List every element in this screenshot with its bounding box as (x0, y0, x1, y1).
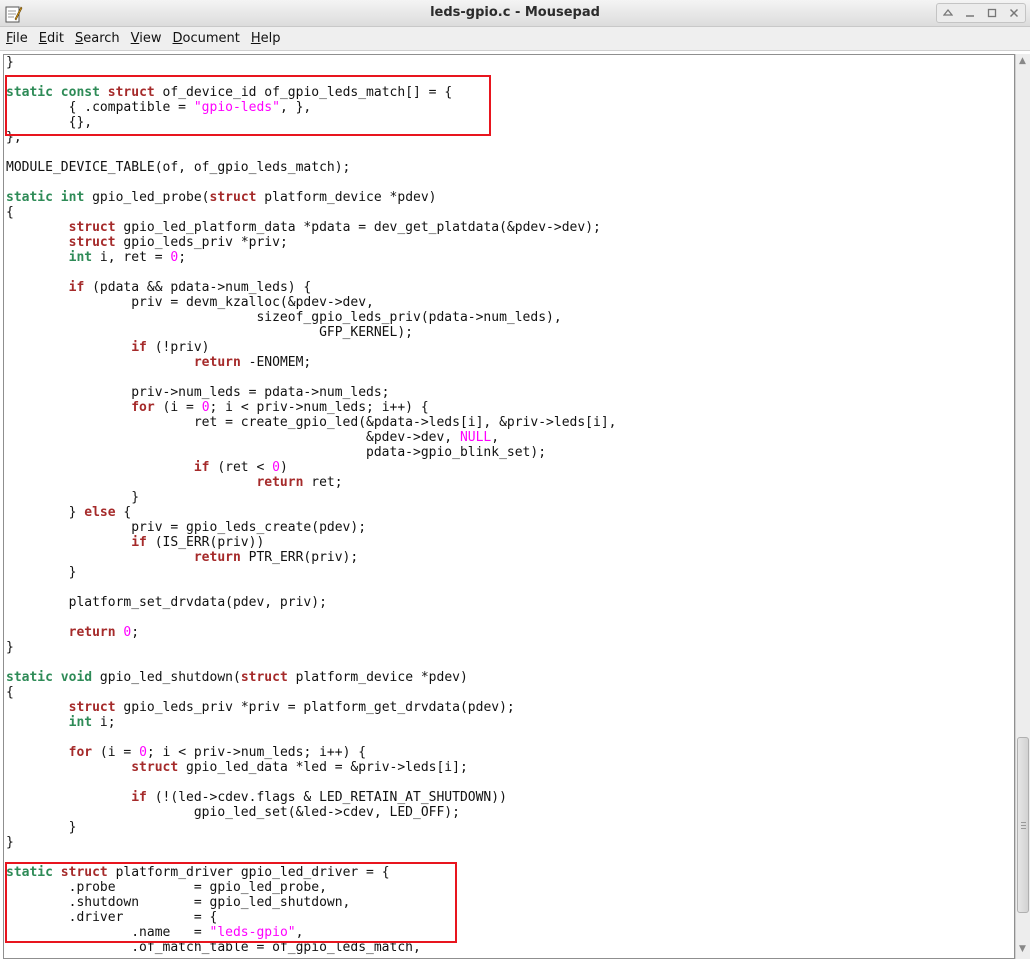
code-line: } (6, 565, 77, 580)
menu-file[interactable]: File (0, 31, 33, 46)
code-view[interactable]: } static const struct of_device_id of_gpi… (6, 55, 616, 955)
code-line: } (6, 490, 140, 505)
code-line: priv = gpio_leds_create(pdev); (6, 520, 367, 535)
code-line: MODULE_DEVICE_TABLE(of, of_gpio_leds_mat… (6, 160, 351, 175)
code-line: int i; (68, 715, 116, 730)
code-line: gpio_led_set(&led->cdev, LED_OFF); (6, 805, 460, 820)
scrollbar-thumb[interactable] (1017, 737, 1029, 913)
close-icon[interactable] (1005, 5, 1023, 21)
code-line: for (i = 0; i < priv->num_leds; i++) { (68, 745, 367, 760)
scroll-down-arrow-icon[interactable]: ▼ (1019, 944, 1026, 954)
code-line: if (ret < 0) (193, 460, 288, 475)
code-line: if (pdata && pdata->num_leds) { (68, 280, 312, 295)
code-line: struct gpio_led_platform_data *pdata = d… (68, 220, 601, 235)
code-line: return PTR_ERR(priv); (193, 550, 359, 565)
maximize-icon[interactable] (983, 5, 1001, 21)
window-controls (936, 3, 1026, 23)
menu-view[interactable]: View (125, 31, 167, 46)
code-line: ret = create_gpio_led(&pdata->leds[i], &… (6, 415, 617, 430)
code-line: for (i = 0; i < priv->num_leds; i++) { (131, 400, 429, 415)
code-line: priv = devm_kzalloc(&pdev->dev, (6, 295, 374, 310)
code-line: static void gpio_led_shutdown(struct pla… (6, 670, 468, 685)
code-line: if (!(led->cdev.flags & LED_RETAIN_AT_SH… (131, 790, 507, 805)
menu-bar: File Edit Search View Document Help (0, 27, 1030, 51)
menu-search[interactable]: Search (69, 31, 125, 46)
menu-help[interactable]: Help (245, 31, 286, 46)
code-line: } (6, 835, 14, 850)
vertical-scrollbar[interactable]: ▲ ▼ (1015, 54, 1030, 959)
menu-edit[interactable]: Edit (33, 31, 69, 46)
code-line: { (6, 685, 14, 700)
title-bar: leds-gpio.c - Mousepad (0, 0, 1030, 27)
code-line: } (6, 820, 77, 835)
text-editor[interactable]: } static const struct of_device_id of_gpi… (3, 54, 1015, 959)
menu-document[interactable]: Document (167, 31, 245, 46)
code-line: if (IS_ERR(priv)) (131, 535, 265, 550)
code-line: priv->num_leds = pdata->num_leds; (6, 385, 390, 400)
code-line: } (6, 640, 14, 655)
code-line: &pdev->dev, NULL, (6, 430, 500, 445)
highlight-box-match-table (5, 75, 491, 136)
window-title: leds-gpio.c - Mousepad (430, 5, 600, 20)
code-line: int i, ret = 0; (68, 250, 187, 265)
code-line: sizeof_gpio_leds_priv(pdata->num_leds), (6, 310, 562, 325)
minimize-icon[interactable] (961, 5, 979, 21)
highlight-box-platform-driver (5, 862, 457, 943)
code-line: static int gpio_led_probe(struct platfor… (6, 190, 437, 205)
code-line: return 0; (68, 625, 140, 640)
code-line: GFP_KERNEL); (6, 325, 413, 340)
code-line: struct gpio_led_data *led = &priv->leds[… (131, 760, 468, 775)
code-line: platform_set_drvdata(pdev, priv); (6, 595, 327, 610)
code-line: if (!priv) (131, 340, 210, 355)
code-line: struct gpio_leds_priv *priv = platform_g… (68, 700, 515, 715)
code-line: pdata->gpio_blink_set); (6, 445, 547, 460)
code-line: } (6, 55, 14, 70)
code-line: } else { (6, 505, 132, 520)
scroll-up-arrow-icon[interactable]: ▲ (1019, 56, 1026, 66)
code-line: return ret; (256, 475, 343, 490)
up-icon[interactable] (939, 5, 957, 21)
code-line: return -ENOMEM; (193, 355, 312, 370)
code-line: struct gpio_leds_priv *priv; (68, 235, 288, 250)
code-line: { (6, 205, 14, 220)
